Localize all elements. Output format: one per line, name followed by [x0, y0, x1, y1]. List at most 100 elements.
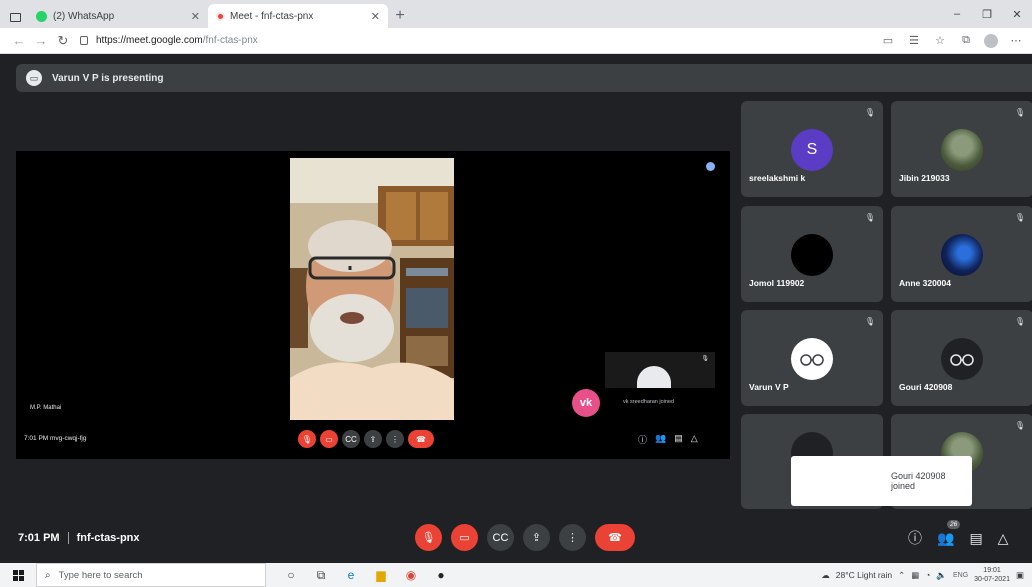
mini-more-icon: ⋮: [386, 430, 404, 448]
mini-joined-toast: vk sreedharan joined: [623, 399, 675, 405]
language-indicator[interactable]: ENG: [953, 572, 968, 579]
participant-name: Jibin 219033: [899, 173, 950, 183]
clock-time: 19:01: [983, 567, 1001, 574]
close-tab-icon[interactable]: ✕: [191, 10, 200, 23]
shared-screen[interactable]: 🎙 vk vk sreedharan joined M.P. Mathai 7:…: [16, 151, 730, 459]
collections-icon[interactable]: ⧉: [958, 34, 974, 47]
weather-icon: ☁: [821, 569, 830, 580]
more-options-button[interactable]: ⋮: [559, 524, 586, 551]
task-view-icon[interactable]: ⧉: [312, 568, 330, 583]
joined-toast: Gouri 420908 joined: [791, 456, 972, 506]
participant-name: Anne 320004: [899, 278, 951, 288]
windows-taskbar: ⌕ Type here to search ○ ⧉ e ▆ ◉ ● ☁ 28°C…: [0, 563, 1032, 587]
participant-tile[interactable]: 🎙 Jomol 119902: [741, 206, 883, 302]
participant-tile[interactable]: 🎙 S sreelakshmi k: [741, 101, 883, 197]
search-placeholder: Type here to search: [58, 569, 143, 581]
participant-name: Varun V P: [749, 382, 789, 392]
avatar: [941, 234, 983, 276]
start-button[interactable]: [0, 569, 36, 581]
mini-mic-off-icon: 🎙: [298, 430, 316, 448]
present-now-button[interactable]: ⇪: [523, 524, 550, 551]
profile-avatar-icon[interactable]: [984, 33, 998, 48]
mic-muted-icon: 🎙: [864, 108, 875, 117]
avatar: [791, 338, 833, 380]
participant-tile[interactable]: 🎙 Gouri 420908: [891, 310, 1032, 406]
glasses-icon: [950, 354, 974, 366]
divider: [67, 532, 69, 545]
glasses-icon: [800, 354, 824, 366]
present-screen-icon: ▭: [26, 70, 42, 86]
participant-count-badge: 26: [947, 519, 961, 529]
call-side-controls: ⓘ 👥 26 ▤ △: [908, 519, 1009, 548]
weather-text[interactable]: 28°C Light rain: [836, 570, 892, 580]
minimize-button[interactable]: –: [942, 0, 972, 28]
forward-arrow-icon[interactable]: →: [30, 33, 52, 48]
obs-app-icon[interactable]: ●: [432, 568, 450, 582]
speaker-video-frame: [290, 158, 454, 420]
participant-tile[interactable]: 🎙 Anne 320004: [891, 206, 1032, 302]
camera-toggle-button[interactable]: ▭: [451, 524, 478, 551]
url-field[interactable]: https://meet.google.com/fnf-ctas-pnx: [80, 31, 880, 51]
mini-camera-off-icon: ▭: [320, 430, 338, 448]
meeting-details-icon[interactable]: ⓘ: [908, 528, 922, 548]
url-host: https://meet.google.com: [96, 35, 203, 46]
avatar: [791, 234, 833, 276]
read-aloud-icon[interactable]: ☰: [906, 34, 922, 47]
participant-tile[interactable]: 🎙 Jibin 219033: [891, 101, 1032, 197]
cortana-icon[interactable]: ○: [282, 568, 300, 582]
search-icon: ⌕: [45, 569, 51, 581]
mic-toggle-button[interactable]: 🎙: [415, 524, 442, 551]
volume-icon[interactable]: 🔈: [936, 570, 947, 581]
mic-muted-icon: 🎙: [1014, 317, 1025, 326]
mini-call-controls: 🎙 ▭ CC ⇪ ⋮ ☎: [298, 430, 434, 448]
lock-icon: [80, 36, 88, 45]
tab-actions-icon[interactable]: [6, 6, 24, 28]
new-tab-button[interactable]: +: [388, 4, 412, 28]
chat-icon[interactable]: ▤: [969, 530, 982, 547]
end-call-button[interactable]: ☎: [595, 524, 635, 551]
participant-name: Jomol 119902: [749, 278, 805, 288]
mini-right-controls: ⓘ 👥 ▤ △: [638, 433, 698, 446]
meeting-time: 7:01 PM: [18, 532, 60, 544]
close-tab-icon[interactable]: ✕: [371, 10, 380, 23]
notifications-icon[interactable]: ▣: [1016, 570, 1024, 581]
taskbar-search-input[interactable]: ⌕ Type here to search: [36, 563, 266, 587]
call-controls: 🎙 ▭ CC ⇪ ⋮ ☎: [415, 524, 635, 551]
taskbar-clock[interactable]: 19:01 30-07-2021: [974, 566, 1010, 584]
captions-button[interactable]: CC: [487, 524, 514, 551]
mic-muted-icon: 🎙: [1014, 108, 1025, 117]
close-window-button[interactable]: ✕: [1002, 0, 1032, 28]
chrome-browser-icon[interactable]: ◉: [402, 568, 420, 582]
mic-muted-icon: 🎙: [864, 317, 875, 326]
recording-indicator-icon: [216, 11, 225, 21]
activities-icon[interactable]: △: [998, 530, 1009, 547]
more-menu-icon[interactable]: ⋯: [1008, 34, 1024, 47]
favorite-star-icon[interactable]: ☆: [932, 34, 948, 47]
maximize-button[interactable]: ❐: [972, 0, 1002, 28]
presenting-banner: ▭ Varun V P is presenting: [16, 64, 1032, 92]
clock-date: 30-07-2021: [974, 576, 1010, 583]
meeting-code: fnf-ctas-pnx: [76, 532, 140, 544]
tray-chevron-icon[interactable]: ⌃: [898, 570, 905, 581]
avatar: [941, 129, 983, 171]
presenting-text: Varun V P is presenting: [52, 72, 164, 84]
file-explorer-icon[interactable]: ▆: [372, 568, 390, 582]
people-icon[interactable]: 👥 26: [937, 519, 961, 547]
mini-present-icon: ⇪: [364, 430, 382, 448]
tray-apps-icon[interactable]: ▦: [911, 570, 919, 581]
reload-icon[interactable]: ↻: [52, 33, 74, 49]
participant-tile[interactable]: 🎙 Varun V P: [741, 310, 883, 406]
back-arrow-icon[interactable]: ←: [8, 33, 30, 48]
network-icon[interactable]: ◔: [925, 570, 930, 580]
edge-browser-icon[interactable]: e: [342, 568, 360, 582]
vk-avatar: vk: [572, 389, 600, 417]
participant-name: sreelakshmi k: [749, 173, 806, 183]
meeting-info: 7:01 PM fnf-ctas-pnx: [18, 532, 140, 545]
tab-whatsapp[interactable]: (2) WhatsApp ✕: [28, 4, 208, 28]
mini-info-icon: ⓘ: [638, 435, 648, 445]
tab-meet[interactable]: Meet - fnf-ctas-pnx ✕: [208, 4, 388, 69]
mini-people-icon: 👥: [655, 433, 667, 443]
mini-activities-icon: △: [690, 433, 698, 443]
meet-logo-icon: [706, 162, 715, 171]
camera-permission-icon[interactable]: ▭: [880, 34, 896, 47]
